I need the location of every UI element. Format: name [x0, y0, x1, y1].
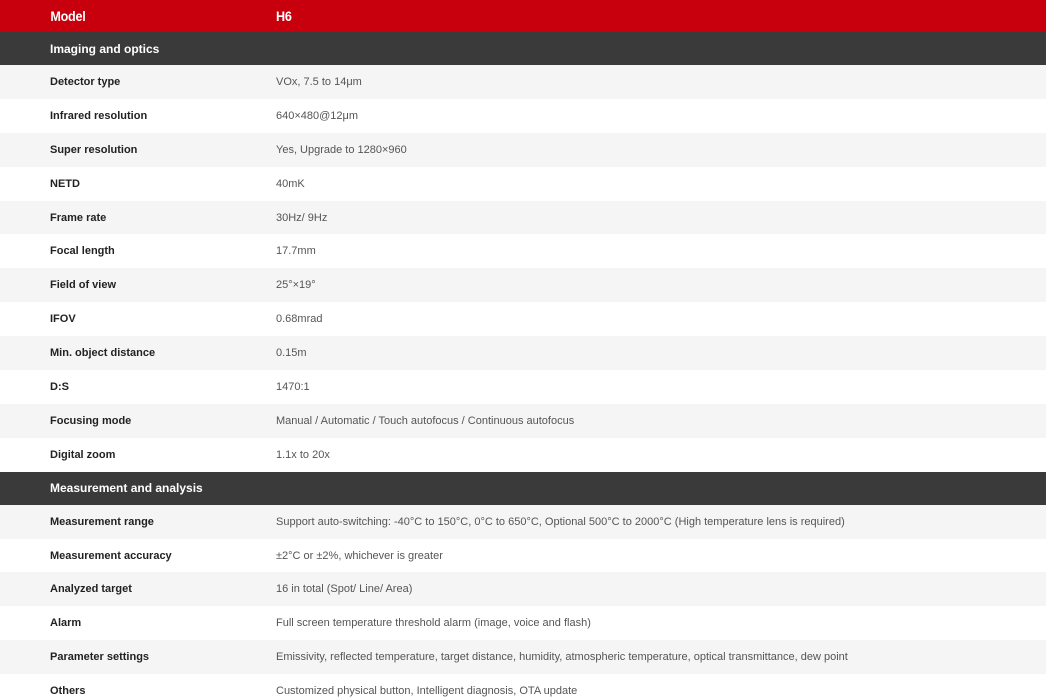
- spec-label: NETD: [50, 177, 80, 190]
- model-header-label: Model: [50, 8, 86, 24]
- table-row: Detector type VOx, 7.5 to 14μm: [0, 65, 1046, 99]
- table-row: Others Customized physical button, Intel…: [0, 674, 1046, 700]
- spec-label: Focal length: [50, 245, 115, 258]
- section-header-measurement-and-analysis: Measurement and analysis: [0, 471, 1046, 505]
- spec-value: Yes, Upgrade to 1280×960: [276, 143, 407, 156]
- table-row: Measurement accuracy ±2°C or ±2%, whiche…: [0, 538, 1046, 573]
- spec-value: 640×480@12μm: [276, 109, 359, 122]
- model-header-row: Model H6: [0, 0, 1046, 32]
- table-row: Digital zoom 1.1x to 20x: [0, 437, 1046, 472]
- table-row: Parameter settings Emissivity, reflected…: [0, 640, 1046, 675]
- section-title: Imaging and optics: [50, 41, 160, 56]
- spec-value: VOx, 7.5 to 14μm: [276, 75, 362, 88]
- spec-label: Frame rate: [50, 211, 107, 224]
- spec-label: Min. object distance: [50, 347, 156, 360]
- spec-label: Parameter settings: [50, 651, 150, 664]
- table-row: Alarm Full screen temperature threshold …: [0, 606, 1046, 641]
- spec-label: Field of view: [50, 279, 117, 292]
- table-row: Field of view 25°×19°: [0, 268, 1046, 303]
- spec-value: 1.1x to 20x: [276, 448, 330, 461]
- spec-value: 0.15m: [276, 347, 307, 360]
- spec-label: Measurement range: [50, 515, 154, 528]
- spec-value: Emissivity, reflected temperature, targe…: [276, 651, 848, 664]
- spec-value: 16 in total (Spot/ Line/ Area): [276, 583, 413, 596]
- spec-value: 17.7mm: [276, 245, 316, 258]
- table-row: Measurement range Support auto-switching…: [0, 504, 1046, 539]
- spec-label: Digital zoom: [50, 448, 116, 461]
- section-header-imaging-and-optics: Imaging and optics: [0, 32, 1046, 65]
- spec-value: 0.68mrad: [276, 313, 323, 326]
- table-row: Focusing mode Manual / Automatic / Touch…: [0, 403, 1046, 438]
- spec-value: 30Hz/ 9Hz: [276, 211, 328, 224]
- spec-label: Analyzed target: [50, 583, 132, 596]
- table-row: D:S 1470:1: [0, 370, 1046, 404]
- spec-value: Support auto-switching: -40°C to 150°C, …: [276, 515, 845, 528]
- spec-label: IFOV: [50, 313, 76, 326]
- spec-label: D:S: [50, 380, 69, 393]
- table-row: Min. object distance 0.15m: [0, 336, 1046, 371]
- spec-label: Super resolution: [50, 143, 138, 156]
- spec-value: Manual / Automatic / Touch autofocus / C…: [276, 414, 575, 427]
- spec-value: Customized physical button, Intelligent …: [276, 685, 578, 698]
- table-row: Frame rate 30Hz/ 9Hz: [0, 200, 1046, 235]
- spec-value: ±2°C or ±2%, whichever is greater: [276, 549, 443, 562]
- spec-label: Measurement accuracy: [50, 549, 172, 562]
- table-row: Analyzed target 16 in total (Spot/ Line/…: [0, 572, 1046, 607]
- model-header-value: H6: [276, 8, 292, 24]
- spec-value: 1470:1: [276, 380, 310, 393]
- table-row: Super resolution Yes, Upgrade to 1280×96…: [0, 132, 1046, 167]
- section-title: Measurement and analysis: [50, 481, 203, 496]
- spec-value: 25°×19°: [276, 279, 316, 292]
- table-row: IFOV 0.68mrad: [0, 302, 1046, 337]
- spec-label: Infrared resolution: [50, 109, 148, 122]
- table-row: Infrared resolution 640×480@12μm: [0, 98, 1046, 133]
- spec-label: Detector type: [50, 75, 121, 88]
- table-row: Focal length 17.7mm: [0, 234, 1046, 269]
- spec-table: Model H6 Imaging and optics Detector typ…: [0, 0, 1046, 700]
- spec-label: Focusing mode: [50, 414, 132, 427]
- spec-value: 40mK: [276, 177, 305, 190]
- spec-value: Full screen temperature threshold alarm …: [276, 617, 591, 630]
- spec-label: Others: [50, 685, 86, 698]
- spec-label: Alarm: [50, 617, 82, 630]
- table-row: NETD 40mK: [0, 166, 1046, 201]
